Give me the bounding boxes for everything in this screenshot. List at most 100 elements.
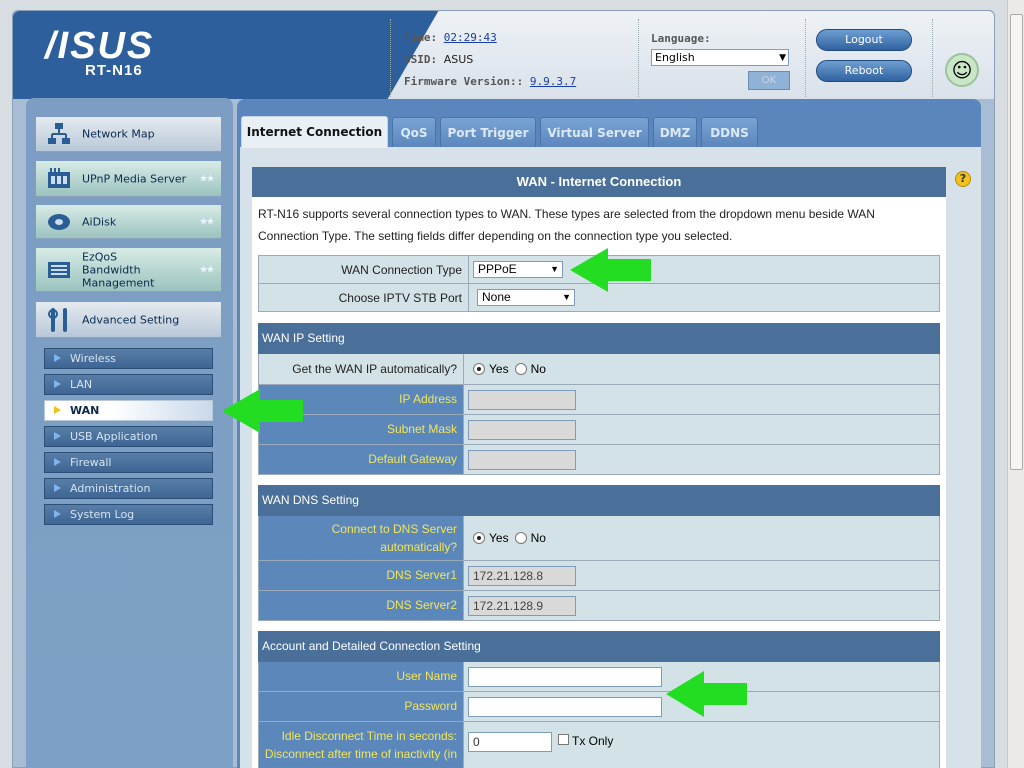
submenu-usb-application[interactable]: USB Application xyxy=(44,426,213,447)
ip-address-row: IP Address xyxy=(258,385,940,415)
ssid-info: SSID: ASUS xyxy=(404,53,474,66)
language-select[interactable]: English ▼ xyxy=(651,49,789,66)
tab-virtual-server[interactable]: Virtual Server xyxy=(540,117,649,147)
menu-advanced-setting[interactable]: Advanced Setting xyxy=(36,302,221,338)
media-server-icon xyxy=(46,166,72,192)
header: /ISUS RT-N16 Time: 02:29:43 SSID: ASUS F… xyxy=(13,11,994,99)
dns-auto-label[interactable]: Connect to DNS Server automatically? xyxy=(259,516,464,560)
header-divider xyxy=(805,19,806,97)
network-map-icon xyxy=(46,121,72,147)
password-row: Password xyxy=(258,692,940,722)
arrow-right-icon xyxy=(54,354,61,362)
password-label[interactable]: Password xyxy=(259,692,464,721)
get-ip-auto-no-radio[interactable] xyxy=(514,363,527,375)
header-divider xyxy=(932,19,933,97)
scrollbar-thumb[interactable] xyxy=(1010,14,1023,470)
firmware-link[interactable]: 9.9.3.7 xyxy=(530,75,576,88)
arrow-right-icon xyxy=(54,510,61,518)
chevron-down-icon: ▼ xyxy=(779,53,786,63)
time-info: Time: 02:29:43 xyxy=(404,31,497,44)
green-arrow-icon xyxy=(666,671,747,717)
window-scrollbar[interactable] xyxy=(1007,0,1024,768)
tx-only-checkbox[interactable] xyxy=(558,734,569,745)
wan-connection-type-label: WAN Connection Type xyxy=(259,256,469,283)
dns-server1-label[interactable]: DNS Server1 xyxy=(259,561,464,590)
arrow-right-icon xyxy=(54,380,61,388)
username-input[interactable] xyxy=(468,666,662,687)
header-divider xyxy=(390,19,391,97)
submenu-wireless[interactable]: Wireless xyxy=(44,348,213,369)
get-ip-auto-label: Get the WAN IP automatically? xyxy=(259,354,464,384)
idle-disconnect-label[interactable]: Idle Disconnect Time in seconds: Disconn… xyxy=(259,722,464,768)
submenu-firewall[interactable]: Firewall xyxy=(44,452,213,473)
idle-time-input[interactable]: 0 xyxy=(468,732,552,752)
model-name: RT-N16 xyxy=(85,62,143,79)
dns-server2-input[interactable]: 172.21.128.9 xyxy=(468,595,576,616)
tx-only-label: Tx Only xyxy=(572,734,614,748)
submenu-lan[interactable]: LAN xyxy=(44,374,213,395)
submenu-administration[interactable]: Administration xyxy=(44,478,213,499)
ip-address-input[interactable] xyxy=(468,389,576,410)
dns-auto-yes-radio[interactable] xyxy=(473,532,485,544)
default-gateway-label[interactable]: Default Gateway xyxy=(259,445,464,474)
bandwidth-icon xyxy=(46,257,72,283)
panel-description: RT-N16 supports several connection types… xyxy=(258,207,875,243)
submenu-wan[interactable]: WAN xyxy=(44,400,213,421)
get-ip-auto-yes-radio[interactable] xyxy=(473,363,485,375)
chevron-down-icon: ▼ xyxy=(562,292,571,302)
dns-server1-input[interactable]: 172.21.128.8 xyxy=(468,565,576,586)
arrow-right-icon xyxy=(54,484,61,492)
tab-qos[interactable]: QoS xyxy=(392,117,436,147)
avatar-icon: ☺ xyxy=(945,53,979,87)
star-icon: ★★ xyxy=(199,173,215,184)
menu-aidisk[interactable]: AiDisk ★★ xyxy=(36,205,221,239)
dns-auto-no-radio[interactable] xyxy=(514,532,527,544)
wan-dns-section-header: WAN DNS Setting xyxy=(258,485,940,516)
idle-disconnect-row: Idle Disconnect Time in seconds: Disconn… xyxy=(258,722,940,768)
header-divider xyxy=(638,19,639,97)
panel-title: WAN - Internet Connection xyxy=(252,167,946,197)
star-icon: ★★ xyxy=(199,216,215,227)
get-ip-auto-row: Get the WAN IP automatically? Yes No xyxy=(258,354,940,385)
reboot-button[interactable]: Reboot xyxy=(816,60,912,82)
arrow-right-icon xyxy=(54,406,61,414)
subnet-mask-row: Subnet Mask xyxy=(258,415,940,445)
password-input[interactable] xyxy=(468,696,662,717)
tools-icon xyxy=(46,307,72,333)
green-arrow-icon xyxy=(570,248,651,292)
language-label: Language: xyxy=(651,32,711,45)
language-ok-button[interactable]: OK xyxy=(748,71,790,90)
star-icon: ★★ xyxy=(199,264,215,275)
menu-network-map[interactable]: Network Map xyxy=(36,117,221,152)
username-row: User Name xyxy=(258,662,940,692)
dns-auto-row: Connect to DNS Server automatically? Yes… xyxy=(258,516,940,561)
username-label[interactable]: User Name xyxy=(259,662,464,691)
firmware-info: Firmware Version:: 9.9.3.7 xyxy=(404,75,577,88)
arrow-right-icon xyxy=(54,432,61,440)
tab-internet-connection[interactable]: Internet Connection xyxy=(241,116,388,148)
menu-ezqos[interactable]: EzQoS Bandwidth Management ★★ xyxy=(36,248,221,292)
submenu-system-log[interactable]: System Log xyxy=(44,504,213,525)
logout-button[interactable]: Logout xyxy=(816,29,912,51)
menu-upnp-media-server[interactable]: UPnP Media Server ★★ xyxy=(36,161,221,197)
tab-ddns[interactable]: DDNS xyxy=(701,117,758,147)
arrow-right-icon xyxy=(54,458,61,466)
dns-server2-row: DNS Server2 172.21.128.9 xyxy=(258,591,940,621)
default-gateway-input[interactable] xyxy=(468,449,576,470)
iptv-port-select[interactable]: None ▼ xyxy=(477,289,575,306)
account-section-header: Account and Detailed Connection Setting xyxy=(258,631,940,662)
default-gateway-row: Default Gateway xyxy=(258,445,940,475)
wan-ip-section-header: WAN IP Setting xyxy=(258,323,940,354)
subnet-mask-input[interactable] xyxy=(468,419,576,440)
help-icon[interactable]: ? xyxy=(955,171,971,187)
tab-dmz[interactable]: DMZ xyxy=(653,117,697,147)
wan-connection-type-select[interactable]: PPPoE ▼ xyxy=(473,261,563,278)
chevron-down-icon: ▼ xyxy=(550,264,559,274)
dns-server1-row: DNS Server1 172.21.128.8 xyxy=(258,561,940,591)
dns-server2-label[interactable]: DNS Server2 xyxy=(259,591,464,620)
aidisk-icon xyxy=(46,209,72,235)
green-arrow-icon xyxy=(222,389,303,433)
time-link[interactable]: 02:29:43 xyxy=(444,31,497,44)
tab-port-trigger[interactable]: Port Trigger xyxy=(440,117,536,147)
iptv-port-label: Choose IPTV STB Port xyxy=(259,284,469,311)
